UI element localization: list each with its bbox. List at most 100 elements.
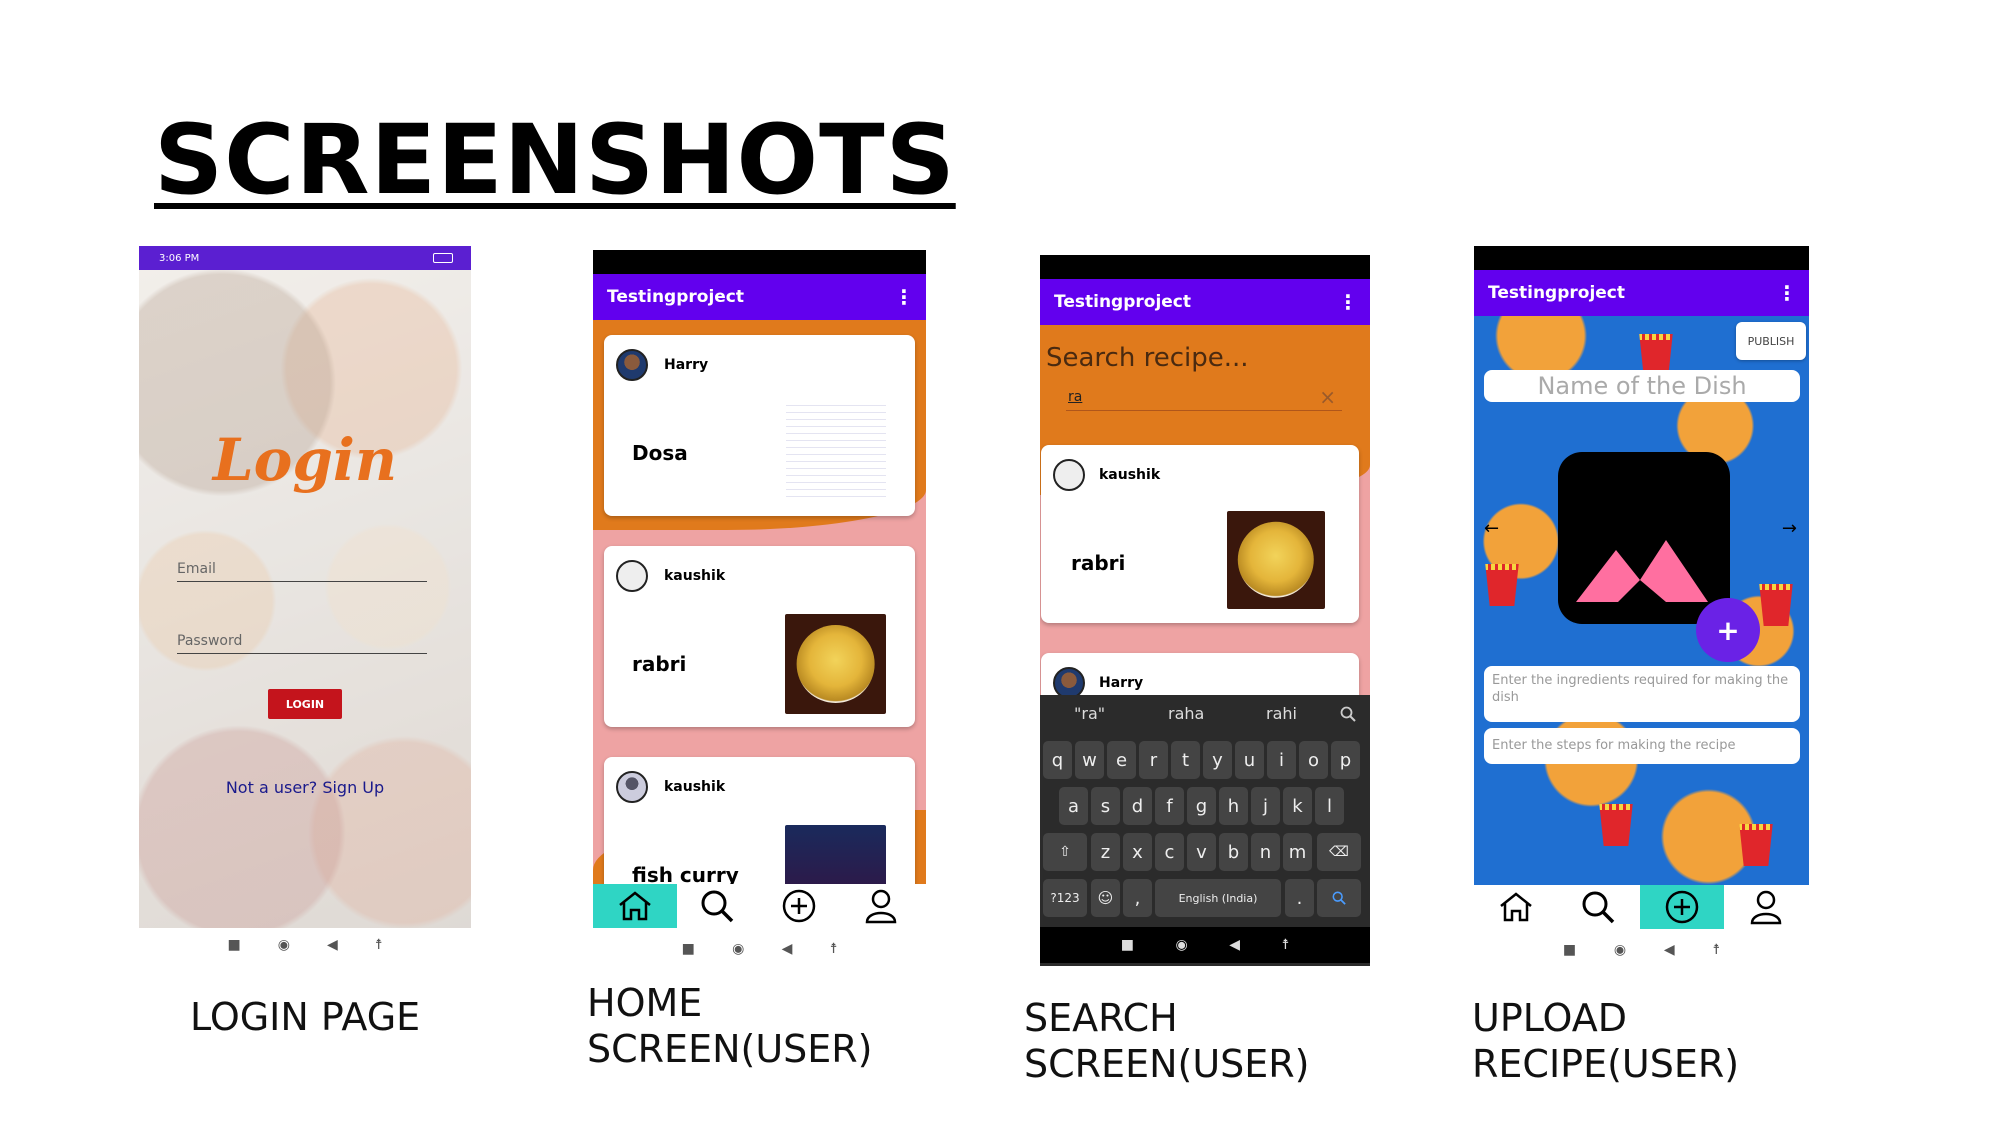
numbers-key[interactable]: ?123 xyxy=(1043,879,1087,917)
suggestion[interactable]: rahi xyxy=(1266,704,1297,723)
overflow-menu-icon[interactable]: ⋮ xyxy=(1338,290,1358,314)
caption-search-text: SEARCH SCREEN(USER) xyxy=(1024,996,1310,1086)
key[interactable]: j xyxy=(1251,787,1280,825)
suggestion[interactable]: "ra" xyxy=(1074,704,1105,723)
space-key[interactable]: English (India) xyxy=(1155,879,1281,917)
result-username: kaushik xyxy=(1099,467,1161,483)
accessibility-icon[interactable]: ☨ xyxy=(830,941,838,957)
signup-link[interactable]: Not a user? Sign Up xyxy=(139,778,471,797)
image-picker[interactable] xyxy=(1558,452,1730,624)
recents-icon[interactable]: ■ xyxy=(228,937,241,953)
key[interactable]: p xyxy=(1331,741,1360,779)
search-icon[interactable] xyxy=(1340,706,1356,722)
overflow-menu-icon[interactable]: ⋮ xyxy=(894,285,914,309)
search-key[interactable] xyxy=(1317,879,1361,917)
shift-key[interactable]: ⇧ xyxy=(1043,833,1087,871)
steps-field[interactable]: Enter the steps for making the recipe xyxy=(1484,728,1800,764)
period-key[interactable]: . xyxy=(1285,879,1314,917)
accessibility-icon[interactable]: ☨ xyxy=(1282,937,1290,953)
key[interactable]: u xyxy=(1235,741,1264,779)
suggestion[interactable]: raha xyxy=(1168,704,1204,723)
post-dish-name: Dosa xyxy=(632,441,688,465)
post-card[interactable]: kaushik rabri xyxy=(604,546,915,727)
key[interactable]: b xyxy=(1219,833,1248,871)
key[interactable]: v xyxy=(1187,833,1216,871)
image-placeholder-icon xyxy=(1576,540,1708,602)
dish-name-field[interactable]: Name of the Dish xyxy=(1484,370,1800,402)
key[interactable]: t xyxy=(1171,741,1200,779)
home-circle-icon[interactable]: ◉ xyxy=(732,941,744,957)
key[interactable]: s xyxy=(1091,787,1120,825)
back-icon[interactable]: ◀ xyxy=(327,937,338,953)
clear-icon[interactable]: × xyxy=(1319,385,1336,409)
nav-home[interactable] xyxy=(1474,885,1558,929)
emoji-key[interactable]: ☺ xyxy=(1091,879,1120,917)
avatar xyxy=(616,560,648,592)
key[interactable]: q xyxy=(1043,741,1072,779)
accessibility-icon[interactable]: ☨ xyxy=(375,937,383,953)
key[interactable]: h xyxy=(1219,787,1248,825)
nav-profile[interactable] xyxy=(839,884,923,928)
post-dish-name: rabri xyxy=(632,652,687,676)
key[interactable]: w xyxy=(1075,741,1104,779)
nav-search[interactable] xyxy=(675,884,759,928)
nav-home[interactable] xyxy=(593,884,677,928)
key[interactable]: i xyxy=(1267,741,1296,779)
post-image xyxy=(785,614,886,714)
key[interactable]: f xyxy=(1155,787,1184,825)
home-circle-icon[interactable]: ◉ xyxy=(1614,942,1626,958)
keyboard: "ra" raha rahi q w e r t y u i o p a s d… xyxy=(1040,695,1370,966)
key[interactable]: n xyxy=(1251,833,1280,871)
key[interactable]: y xyxy=(1203,741,1232,779)
key-row-2: a s d f g h j k l xyxy=(1059,787,1359,825)
search-query: ra xyxy=(1068,389,1083,405)
email-field[interactable]: Email xyxy=(177,558,427,582)
result-image xyxy=(1227,511,1325,609)
comma-key[interactable]: , xyxy=(1123,879,1152,917)
nav-add[interactable] xyxy=(757,884,841,928)
key[interactable]: z xyxy=(1091,833,1120,871)
back-icon[interactable]: ◀ xyxy=(1664,942,1675,958)
key[interactable]: m xyxy=(1283,833,1312,871)
recents-icon[interactable]: ■ xyxy=(1563,942,1576,958)
nav-add[interactable] xyxy=(1640,885,1724,929)
post-username: kaushik xyxy=(664,779,726,795)
carousel-prev-icon[interactable]: ← xyxy=(1484,518,1499,539)
caption-upload-text: UPLOAD RECIPE(USER) xyxy=(1472,996,1740,1086)
bottom-nav xyxy=(1474,885,1809,929)
overflow-menu-icon[interactable]: ⋮ xyxy=(1777,281,1797,305)
add-image-button[interactable]: + xyxy=(1696,598,1760,662)
post-card[interactable]: Harry Dosa xyxy=(604,335,915,516)
key[interactable]: a xyxy=(1059,787,1088,825)
password-field[interactable]: Password xyxy=(177,630,427,654)
search-system-nav: ■ ◉ ◀ ☨ xyxy=(1040,927,1370,963)
key[interactable]: k xyxy=(1283,787,1312,825)
key[interactable]: l xyxy=(1315,787,1344,825)
recents-icon[interactable]: ■ xyxy=(682,941,695,957)
key[interactable]: o xyxy=(1299,741,1328,779)
home-circle-icon[interactable]: ◉ xyxy=(278,937,290,953)
key[interactable]: e xyxy=(1107,741,1136,779)
key[interactable]: d xyxy=(1123,787,1152,825)
nav-search[interactable] xyxy=(1556,885,1640,929)
key[interactable]: x xyxy=(1123,833,1152,871)
back-icon[interactable]: ◀ xyxy=(1229,937,1240,953)
backspace-key[interactable]: ⌫ xyxy=(1317,833,1361,871)
back-icon[interactable]: ◀ xyxy=(782,941,793,957)
key[interactable]: r xyxy=(1139,741,1168,779)
home-circle-icon[interactable]: ◉ xyxy=(1176,937,1188,953)
key[interactable]: g xyxy=(1187,787,1216,825)
ingredients-field[interactable]: Enter the ingredients required for makin… xyxy=(1484,666,1800,722)
nav-profile[interactable] xyxy=(1724,885,1808,929)
key[interactable]: c xyxy=(1155,833,1184,871)
login-screenshot: 3:06 PM Login Email Password LOGIN Not a… xyxy=(139,246,471,928)
search-heading: Search recipe... xyxy=(1046,343,1249,373)
recents-icon[interactable]: ■ xyxy=(1121,937,1134,953)
login-system-nav: ■ ◉ ◀ ☨ xyxy=(139,930,471,960)
result-card[interactable]: kaushik rabri xyxy=(1041,445,1359,623)
carousel-next-icon[interactable]: → xyxy=(1782,518,1797,539)
login-button[interactable]: LOGIN xyxy=(268,689,342,719)
search-input[interactable]: ra × xyxy=(1066,385,1342,411)
publish-button[interactable]: PUBLISH xyxy=(1736,322,1806,360)
accessibility-icon[interactable]: ☨ xyxy=(1712,942,1720,958)
